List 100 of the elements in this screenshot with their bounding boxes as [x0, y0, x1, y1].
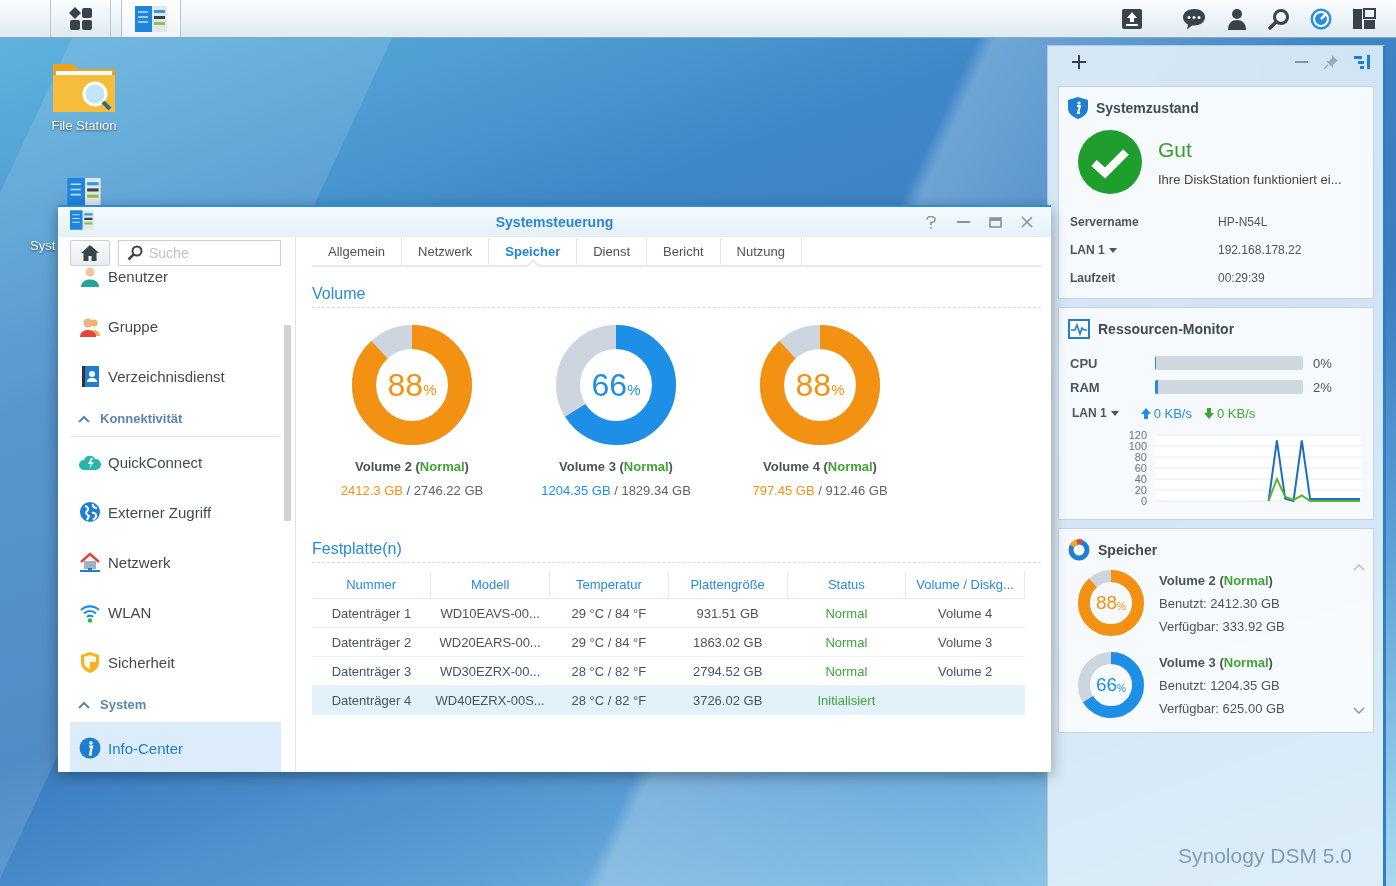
used-space: Benutzt: 1204.35 GB — [1159, 677, 1281, 693]
chevron-up-icon[interactable] — [78, 700, 90, 709]
volume-name: Volume 2 (Normal) — [355, 459, 469, 474]
info-label[interactable]: LAN 1 — [1070, 243, 1117, 257]
tab[interactable]: Dienst — [577, 238, 648, 265]
control-panel-icon — [135, 5, 167, 32]
percent-unit: % — [1117, 682, 1126, 694]
dashboard-icon[interactable] — [1310, 7, 1332, 30]
caret-icon[interactable] — [1110, 410, 1119, 416]
column-header[interactable]: Plattengröße — [668, 571, 787, 599]
chat-icon[interactable] — [1182, 7, 1206, 30]
table-cell: WD40EZRX-00S... — [430, 685, 550, 715]
upload-arrow-icon — [1140, 407, 1151, 419]
column-header[interactable]: Modell — [430, 571, 550, 599]
layout-button[interactable] — [1354, 55, 1370, 69]
table-cell: Volume 4 — [905, 598, 1025, 628]
sidebar-item[interactable]: Sicherheit — [70, 637, 281, 687]
volume-name: Volume 2 (Normal) — [1159, 572, 1274, 588]
tick-label: 120 — [1128, 429, 1147, 441]
upload-icon[interactable] — [1121, 7, 1143, 30]
caret-icon — [1108, 247, 1117, 253]
search-field[interactable]: Suche — [118, 240, 281, 266]
chevron-down-icon — [1353, 707, 1365, 714]
info-value: 192.168.178.22 — [1218, 243, 1302, 257]
tick-label: 100 — [1128, 440, 1147, 452]
tab[interactable]: Allgemein — [312, 238, 403, 265]
table-cell: Initialisiert — [787, 685, 906, 715]
app-button[interactable] — [121, 0, 181, 37]
tick-label: 0 — [1140, 495, 1147, 507]
column-header[interactable]: Status — [787, 571, 906, 599]
free-space: Verfügbar: 333.92 GB — [1159, 618, 1285, 634]
user-icon[interactable] — [1226, 7, 1248, 30]
table-cell: Normal — [787, 627, 906, 657]
table-cell: Datenträger 3 — [312, 656, 431, 686]
tab[interactable]: Bericht — [647, 238, 721, 265]
sidebar-item[interactable]: Netzwerk — [70, 537, 281, 587]
sidebar-item[interactable]: WLAN — [70, 587, 281, 637]
table-cell: Datenträger 1 — [312, 598, 431, 628]
widgets-icon[interactable] — [1352, 7, 1376, 30]
percent-value: 88 — [387, 366, 424, 404]
globe-icon — [79, 501, 101, 523]
info-value: HP-N54L — [1218, 215, 1268, 229]
close-icon — [1021, 216, 1033, 228]
table-row[interactable]: Datenträger 4 WD40EZRX-00S... 28 °C / 82 °F 3726.02 GB Initialisiert — [312, 685, 1025, 715]
home-button[interactable] — [70, 240, 110, 266]
used-space: Benutzt: 2412.30 GB — [1159, 595, 1281, 611]
table-cell: 1863.02 GB — [668, 627, 787, 657]
meter-label: CPU — [1070, 355, 1099, 371]
table-cell: WD10EAVS-00... — [430, 598, 550, 628]
section-title: Festplatte(n) — [312, 540, 1041, 563]
scroll-down-button[interactable] — [1353, 707, 1365, 714]
table-row[interactable]: Datenträger 1 WD10EAVS-00... 29 °C / 84 °F 931.51 GB Normal Volume 4 — [312, 598, 1025, 628]
sidebar-layout-icon — [1354, 55, 1370, 69]
tick-label: 80 — [1134, 451, 1147, 463]
chevron-up-icon — [1353, 564, 1365, 571]
sidebar-item[interactable]: Verzeichnisdienst — [70, 351, 281, 401]
network-label[interactable]: LAN 1 — [1072, 406, 1107, 420]
window-title: Systemsteuerung — [495, 214, 614, 230]
column-header[interactable]: Nummer — [312, 571, 431, 599]
free-space: Verfügbar: 625.00 GB — [1159, 700, 1285, 716]
scrollbar-thumb[interactable] — [284, 325, 291, 521]
column-header[interactable]: Volume / Diskg... — [905, 571, 1025, 599]
sidebar-item[interactable]: Externer Zugriff — [70, 487, 281, 537]
info-icon — [79, 737, 101, 759]
table-cell: 3726.02 GB — [668, 685, 787, 715]
table-cell: Datenträger 2 — [312, 627, 431, 657]
grid-icon — [68, 6, 93, 31]
minimize-icon — [956, 221, 970, 223]
volume-name: Volume 4 (Normal) — [763, 459, 877, 474]
add-button[interactable] — [1072, 55, 1086, 69]
control-panel-icon — [70, 210, 94, 230]
tick-label: 40 — [1134, 473, 1147, 485]
search-icon — [127, 245, 143, 261]
table-row[interactable]: Datenträger 3 WD30EZRX-00... 28 °C / 82 °F 2794.52 GB Normal Volume 2 — [312, 656, 1025, 686]
table-cell: Normal — [787, 656, 906, 686]
section-header[interactable]: Konnektivität — [70, 401, 281, 437]
percent-value: 66 — [1095, 674, 1118, 696]
monitor-icon — [1068, 319, 1090, 339]
chevron-up-icon[interactable] — [78, 414, 90, 423]
column-header[interactable]: Temperatur — [549, 571, 669, 599]
sidebar-item[interactable]: QuickConnect — [70, 437, 281, 487]
percent-unit: % — [1117, 600, 1126, 612]
sidebar-item[interactable]: Info-Center — [70, 723, 281, 772]
widget-title: Ressourcen-Monitor — [1098, 321, 1235, 337]
meter-reading: 2% — [1313, 379, 1332, 395]
percent-value: 66 — [591, 366, 628, 404]
info-value: 00:29:39 — [1218, 271, 1265, 285]
download-rate: 0 KB/s — [1216, 405, 1256, 421]
tab[interactable]: Netzwerk — [402, 238, 490, 265]
table-cell: 29 °C / 84 °F — [549, 598, 669, 628]
sidebar-item[interactable]: Gruppe — [70, 301, 281, 351]
table-cell: 931.51 GB — [668, 598, 787, 628]
percent-unit: % — [627, 381, 641, 398]
table-row[interactable]: Datenträger 2 WD20EARS-00... 29 °C / 84 °F 1863.02 GB Normal Volume 3 — [312, 627, 1025, 657]
brand-watermark: Synology DSM 5.0 — [1178, 844, 1352, 868]
search-icon[interactable] — [1268, 7, 1290, 30]
volume-name: Volume 3 (Normal) — [559, 459, 673, 474]
tab[interactable]: Nutzung — [720, 238, 802, 265]
sidebar-item[interactable]: Benutzer — [70, 266, 281, 301]
health-status: Gut — [1158, 137, 1193, 162]
